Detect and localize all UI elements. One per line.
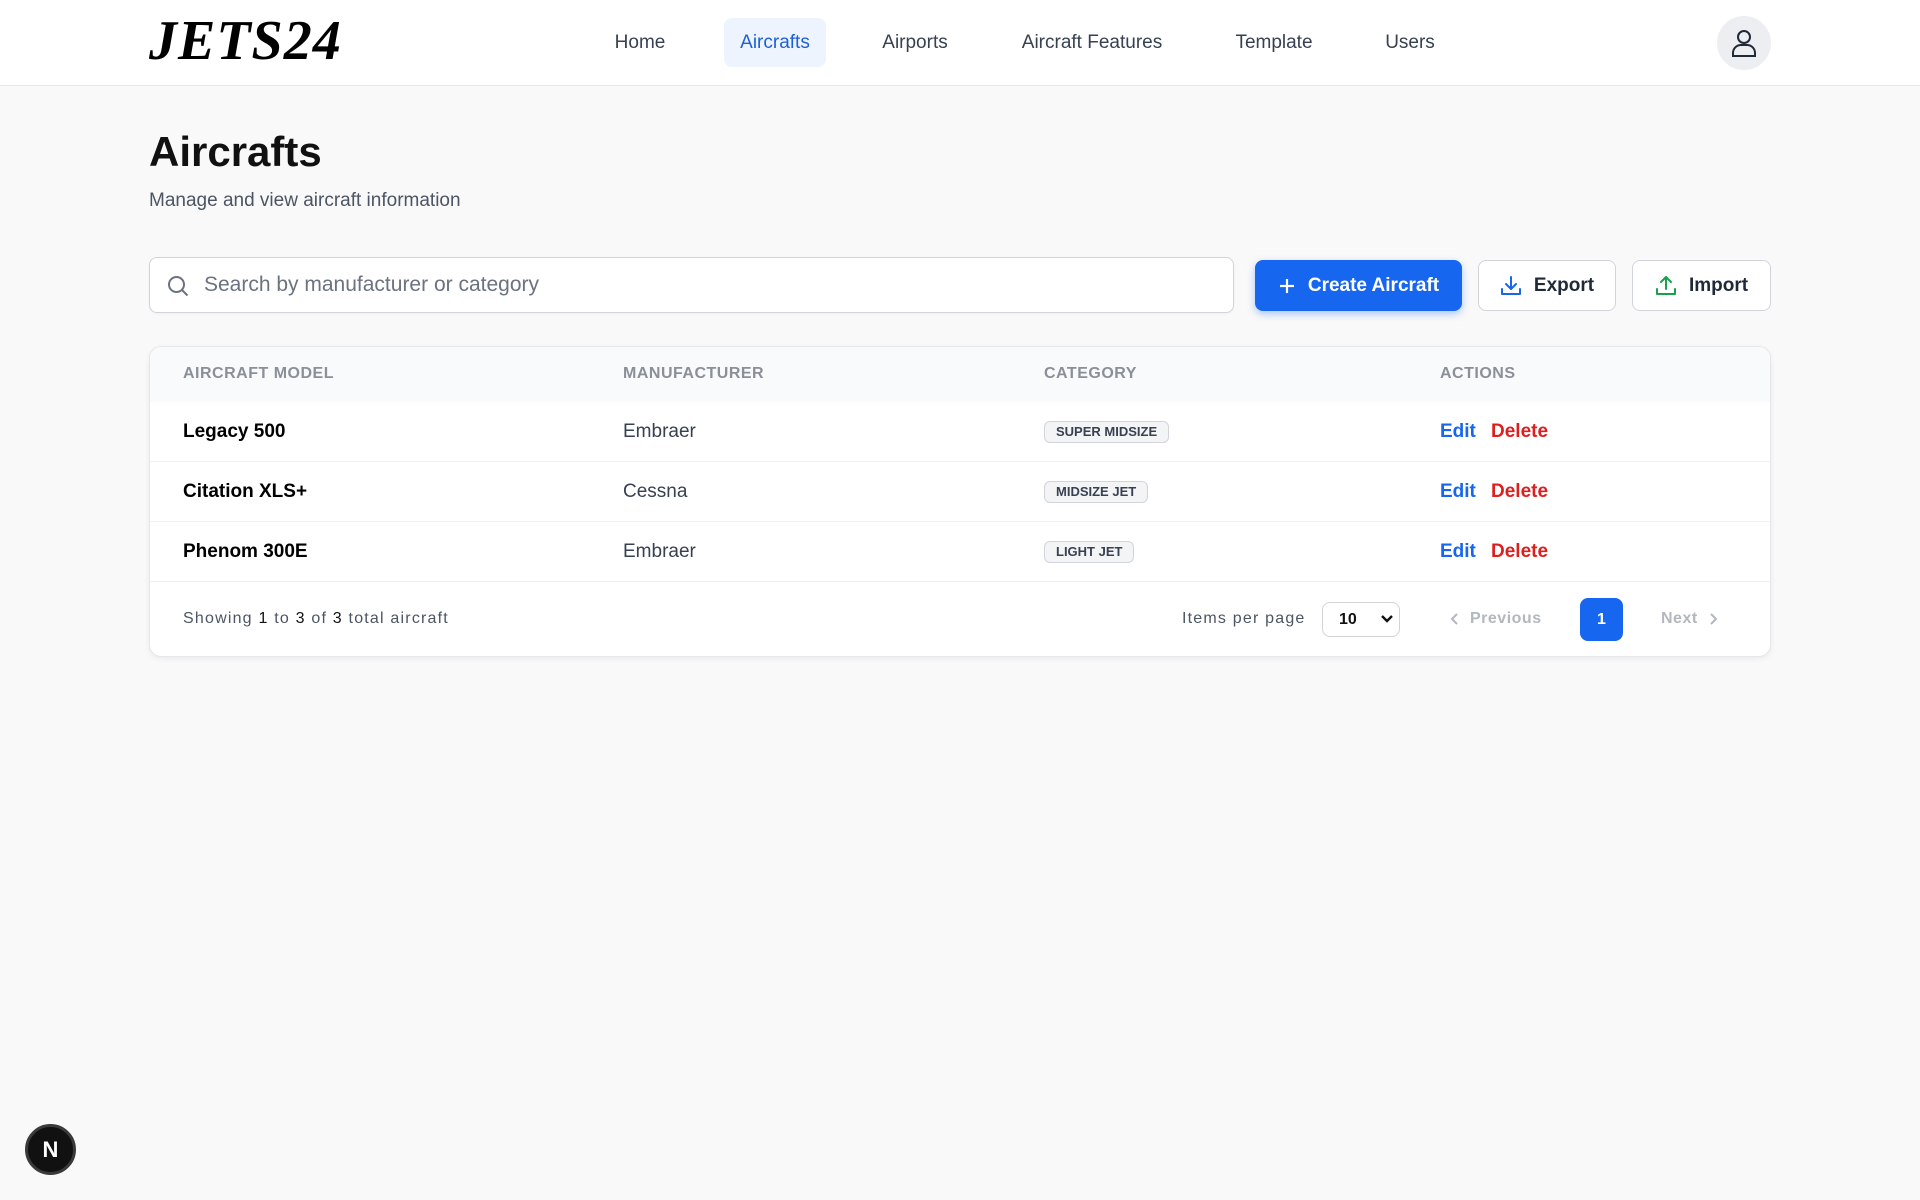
search-box (149, 257, 1234, 313)
manufacturer: Cessna (623, 481, 688, 502)
delete-link[interactable]: Delete (1491, 541, 1548, 563)
upload-icon (1655, 275, 1676, 295)
items-per-page-value: 10 (1339, 611, 1357, 628)
delete-link[interactable]: Delete (1491, 421, 1548, 443)
showing-prefix: Showing (183, 610, 253, 627)
nav-item-template[interactable]: Template (1222, 18, 1326, 67)
previous-page-button[interactable]: Previous (1450, 610, 1542, 628)
table-row: Legacy 500 Embraer SUPER MIDSIZE Edit De… (150, 402, 1770, 462)
download-icon (1500, 275, 1521, 295)
search-input[interactable] (204, 258, 1214, 312)
aircraft-model: Citation XLS+ (183, 481, 308, 502)
of-word: of (311, 610, 328, 627)
category-badge: MIDSIZE JET (1044, 481, 1149, 503)
nav-item-home[interactable]: Home (601, 18, 679, 67)
user-avatar-button[interactable] (1717, 16, 1771, 70)
column-header-aircraft-model: AIRCRAFT MODEL (183, 365, 334, 382)
export-button[interactable]: Export (1478, 260, 1616, 311)
user-icon (1732, 30, 1756, 57)
previous-label: Previous (1470, 610, 1542, 627)
category-badge: SUPER MIDSIZE (1044, 421, 1170, 443)
create-aircraft-button[interactable]: Create Aircraft (1255, 260, 1462, 311)
next-page-button[interactable]: Next (1661, 610, 1718, 628)
plus-icon (1279, 278, 1294, 293)
page-subtitle: Manage and view aircraft information (149, 190, 461, 211)
manufacturer: Embraer (623, 421, 696, 442)
import-button[interactable]: Import (1632, 260, 1771, 311)
table-row: Citation XLS+ Cessna MIDSIZE JET Edit De… (150, 462, 1770, 522)
total-count: 3 (332, 610, 343, 627)
category-badge: LIGHT JET (1044, 541, 1135, 563)
column-header-category: CATEGORY (1044, 365, 1137, 382)
results-summary: Showing 1 to 3 of 3 total aircraft (183, 610, 449, 628)
edit-link[interactable]: Edit (1440, 541, 1476, 563)
aircraft-table: AIRCRAFT MODEL MANUFACTURER CATEGORY ACT… (149, 346, 1771, 657)
column-header-actions: ACTIONS (1440, 365, 1516, 382)
column-header-manufacturer: MANUFACTURER (623, 365, 765, 382)
table-footer: Showing 1 to 3 of 3 total aircraft Items… (150, 581, 1770, 656)
next-label: Next (1661, 610, 1698, 627)
nav-item-aircraft-features[interactable]: Aircraft Features (1012, 18, 1172, 67)
table-header: AIRCRAFT MODEL MANUFACTURER CATEGORY ACT… (150, 347, 1770, 402)
page-title: Aircrafts (149, 128, 322, 175)
dev-tools-badge[interactable]: N (25, 1124, 76, 1175)
to-word: to (274, 610, 290, 627)
manufacturer: Embraer (623, 541, 696, 562)
import-label: Import (1688, 274, 1749, 296)
range-from: 1 (258, 610, 269, 627)
edit-link[interactable]: Edit (1440, 421, 1476, 443)
edit-link[interactable]: Edit (1440, 481, 1476, 503)
main-nav: Home Aircrafts Airports Aircraft Feature… (0, 18, 1920, 67)
nav-item-aircrafts[interactable]: Aircrafts (724, 18, 826, 67)
range-to: 3 (295, 610, 306, 627)
top-navigation-bar: JETS24 Home Aircrafts Airports Aircraft … (0, 0, 1920, 86)
create-aircraft-label: Create Aircraft (1307, 274, 1440, 296)
delete-link[interactable]: Delete (1491, 481, 1548, 503)
chevron-left-icon (1450, 613, 1458, 625)
chevron-down-icon (1381, 615, 1393, 623)
results-suffix: total aircraft (348, 610, 449, 627)
chevron-right-icon (1709, 613, 1718, 625)
export-label: Export (1533, 274, 1595, 296)
nav-item-users[interactable]: Users (1374, 18, 1446, 67)
table-row: Phenom 300E Embraer LIGHT JET Edit Delet… (150, 522, 1770, 582)
search-icon (168, 276, 189, 297)
items-per-page-label: Items per page (1182, 610, 1306, 627)
aircraft-model: Legacy 500 (183, 421, 286, 442)
items-per-page-select[interactable]: 10 (1322, 602, 1400, 637)
aircraft-model: Phenom 300E (183, 541, 308, 562)
nav-item-airports[interactable]: Airports (869, 18, 961, 67)
page-number-current[interactable]: 1 (1580, 598, 1623, 641)
